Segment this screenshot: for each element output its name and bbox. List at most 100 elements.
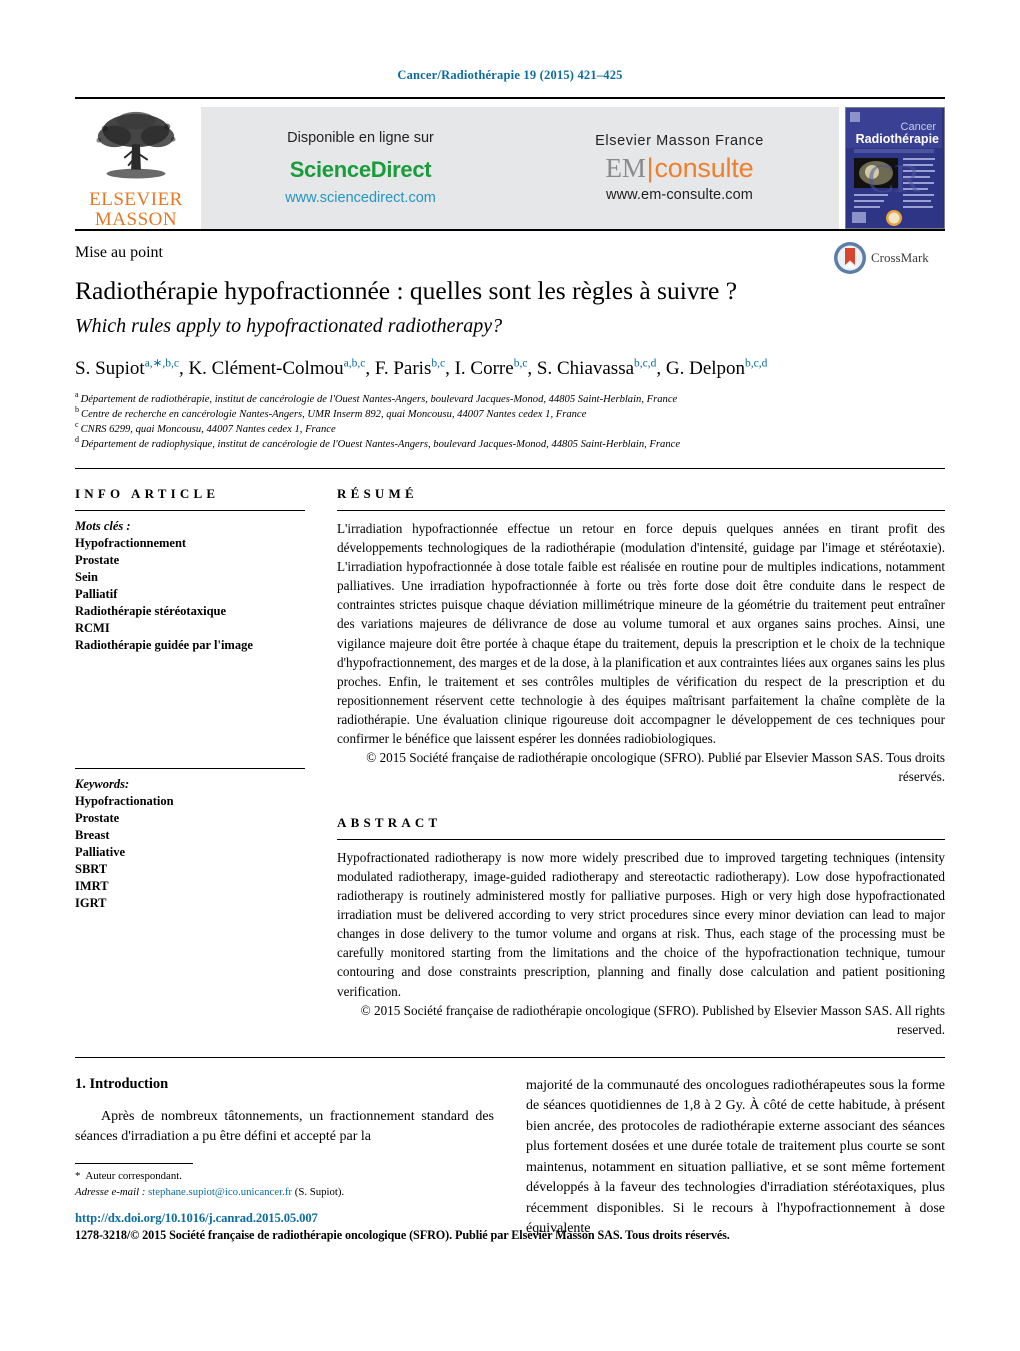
crossmark-badge[interactable]: CrossMark bbox=[833, 241, 945, 275]
author-entry[interactable]: I. Correb,c bbox=[455, 358, 528, 379]
title-block: CrossMark Mise au point Radiothérapie hy… bbox=[75, 231, 945, 452]
keyword-item: RCMI bbox=[75, 620, 110, 635]
author-list: S. Supiota,∗,b,c, K. Clément-Colmoua,b,c… bbox=[75, 356, 945, 382]
sciencedirect-block: Disponible en ligne sur ScienceDirect ww… bbox=[201, 107, 520, 229]
keywords-fr-title: Mots clés : bbox=[75, 518, 131, 533]
journal-cover-thumbnail: Cancer Radiothérapie CR bbox=[845, 107, 945, 229]
em-consulte-url[interactable]: www.em-consulte.com bbox=[606, 187, 753, 203]
elsevier-tree-icon bbox=[96, 111, 176, 179]
keyword-item: Hypofractionation bbox=[75, 793, 174, 808]
abstract-rule bbox=[337, 838, 945, 840]
resume-heading: RÉSUMÉ bbox=[337, 485, 418, 501]
affiliation-text: CNRS 6299, quai Moncousu, 44007 Nantes c… bbox=[80, 423, 336, 435]
em-consulte-block: Elsevier Masson France EM|consulte www.e… bbox=[520, 107, 839, 229]
body-paragraph: Après de nombreux tâtonnements, un fract… bbox=[75, 1109, 494, 1145]
affiliation-list: a Département de radiothérapie, institut … bbox=[75, 391, 945, 452]
author-name: K. Clément-Colmou bbox=[188, 358, 344, 380]
author-separator: , bbox=[445, 358, 455, 380]
keyword-item: IMRT bbox=[75, 878, 109, 893]
article-title-en: Which rules apply to hypofractionated ra… bbox=[75, 315, 503, 338]
author-entry[interactable]: S. Supiota,∗,b,c bbox=[75, 358, 179, 379]
email-suffix: (S. Supiot). bbox=[294, 1185, 345, 1198]
keyword-item: SBRT bbox=[75, 861, 108, 876]
journal-masthead: ELSEVIER MASSON Disponible en ligne sur … bbox=[75, 97, 945, 229]
abstract-copyright: © 2015 Société française de radiothérapi… bbox=[360, 1002, 945, 1037]
article-info-column: INFO ARTICLE Mots clés : Hypofractionnem… bbox=[75, 486, 305, 1039]
affiliation-item: a Département de radiothérapie, institut … bbox=[75, 391, 945, 407]
keyword-item: Radiothérapie guidée par l'image bbox=[75, 637, 253, 652]
resume-text: L'irradiation hypofractionnée effectue u… bbox=[337, 520, 945, 747]
corresponding-author-label: Auteur correspondant. bbox=[85, 1170, 182, 1182]
sciencedirect-url[interactable]: www.sciencedirect.com bbox=[285, 190, 436, 206]
info-article-heading: INFO ARTICLE bbox=[75, 485, 220, 501]
abstract-heading: ABSTRACT bbox=[337, 814, 442, 830]
keyword-item: Breast bbox=[75, 827, 110, 842]
affiliation-text: Centre de recherche en cancérologie Nant… bbox=[81, 408, 587, 420]
doi-link[interactable]: http://dx.doi.org/10.1016/j.canrad.2015.… bbox=[75, 1211, 945, 1226]
affiliation-item: c CNRS 6299, quai Moncousu, 44007 Nantes … bbox=[75, 420, 945, 437]
sciencedirect-logo: ScienceDirect bbox=[289, 157, 432, 182]
author-name: I. Corre bbox=[454, 358, 514, 380]
email-address[interactable]: stephane.supiot@ico.unicancer.fr bbox=[148, 1186, 292, 1198]
author-name: S. Chiavassa bbox=[536, 358, 635, 380]
author-separator: , bbox=[656, 358, 666, 380]
email-note: Adresse e-mail : stephane.supiot@ico.uni… bbox=[75, 1185, 475, 1201]
running-head: Cancer/Radiothérapie 19 (2015) 421–425 bbox=[397, 68, 623, 82]
masthead-banner: Disponible en ligne sur ScienceDirect ww… bbox=[201, 107, 839, 229]
resume-copyright: © 2015 Société française de radiothérapi… bbox=[366, 750, 945, 785]
corresponding-author-mark: * bbox=[75, 1170, 81, 1182]
author-name: F. Paris bbox=[374, 358, 432, 380]
author-entry[interactable]: G. Delponb,c,d bbox=[666, 358, 768, 379]
keywords-gap bbox=[75, 654, 305, 768]
footnote-rule bbox=[75, 1163, 193, 1164]
em-logo-divider: | bbox=[646, 153, 654, 183]
keyword-item: Prostate bbox=[75, 552, 120, 567]
footnote-block: * Auteur correspondant. Adresse e-mail : … bbox=[75, 1163, 475, 1200]
elsevier-masson-france-label: Elsevier Masson France bbox=[595, 133, 764, 149]
issn-copyright-line: 1278-3218/© 2015 Société française de ra… bbox=[75, 1228, 730, 1242]
em-logo-orange-part: consulte bbox=[654, 153, 754, 183]
available-online-label: Disponible en ligne sur bbox=[287, 130, 434, 146]
affiliation-mark: d bbox=[75, 435, 79, 445]
abstract-gap bbox=[337, 787, 945, 815]
author-separator: , bbox=[178, 358, 189, 380]
author-entry[interactable]: S. Chiavassab,c,d bbox=[537, 358, 656, 379]
affiliation-item: b Centre de recherche en cancérologie Nan… bbox=[75, 405, 945, 422]
author-separator: , bbox=[365, 358, 375, 380]
author-affil-marks: b,c,d bbox=[634, 357, 657, 370]
crossmark-icon bbox=[834, 242, 866, 274]
abstract-region: INFO ARTICLE Mots clés : Hypofractionnem… bbox=[75, 469, 945, 1039]
email-label: Adresse e-mail : bbox=[75, 1185, 146, 1198]
elsevier-masson-logo: ELSEVIER MASSON bbox=[75, 107, 197, 229]
elsevier-wordmark: ELSEVIER bbox=[89, 189, 183, 211]
abstract-text: Hypofractionated radiotherapy is now mor… bbox=[337, 849, 945, 999]
svg-text:CR: CR bbox=[867, 156, 921, 201]
em-consulte-logo: EM|consulte bbox=[606, 155, 754, 182]
keyword-item: IGRT bbox=[75, 895, 107, 910]
resume-rule bbox=[337, 509, 945, 511]
author-name: G. Delpon bbox=[665, 358, 746, 380]
info-article-rule bbox=[75, 509, 305, 511]
keyword-item: Sein bbox=[75, 569, 98, 584]
keywords-en-rule bbox=[75, 767, 305, 769]
abstract-column: RÉSUMÉ L'irradiation hypofractionnée eff… bbox=[337, 486, 945, 1039]
section-heading-introduction: 1. Introduction bbox=[75, 1076, 169, 1093]
affiliation-text: Département de radiophysique, institut d… bbox=[81, 438, 681, 450]
author-affil-marks: b,c bbox=[513, 357, 528, 370]
keyword-item: Prostate bbox=[75, 810, 120, 825]
keyword-item: Palliative bbox=[75, 844, 125, 859]
em-logo-grey-part: EM bbox=[605, 153, 646, 183]
author-affil-marks: b,c,d bbox=[745, 357, 768, 370]
author-entry[interactable]: K. Clément-Colmoua,b,c bbox=[188, 358, 365, 379]
author-entry[interactable]: F. Parisb,c bbox=[375, 358, 445, 379]
affiliation-mark: b bbox=[75, 405, 79, 415]
keyword-item: Radiothérapie stéréotaxique bbox=[75, 603, 227, 618]
affiliation-item: d Département de radiophysique, institut … bbox=[75, 435, 945, 452]
author-affil-marks: b,c bbox=[431, 357, 446, 370]
page-footer: http://dx.doi.org/10.1016/j.canrad.2015.… bbox=[75, 1211, 945, 1243]
article-title-fr: Radiothérapie hypofractionnée : quelles … bbox=[75, 276, 738, 305]
article-type: Mise au point bbox=[75, 244, 163, 261]
affiliation-mark: c bbox=[75, 420, 79, 430]
corresponding-author-note: * Auteur correspondant. bbox=[75, 1169, 475, 1185]
author-affil-marks: a,b,c bbox=[343, 357, 366, 370]
